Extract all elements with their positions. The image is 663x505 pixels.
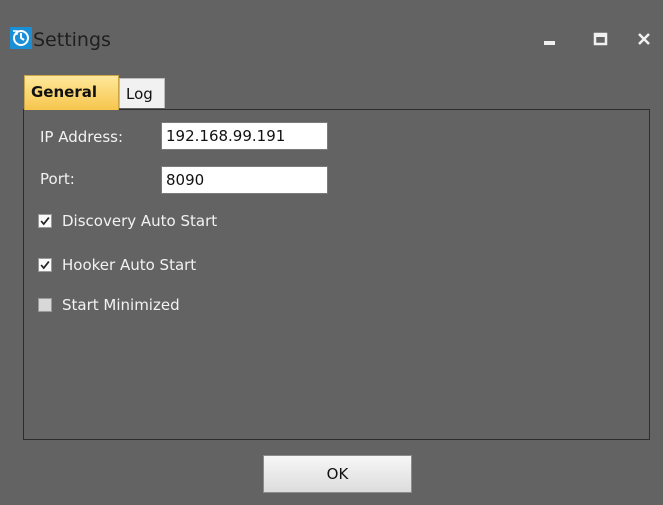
ip-address-label: IP Address: xyxy=(40,128,124,146)
hooker-auto-start-checkbox[interactable] xyxy=(38,258,52,272)
discovery-auto-start-label: Discovery Auto Start xyxy=(62,212,218,230)
clock-refresh-icon xyxy=(10,27,32,49)
port-field[interactable]: 8090 xyxy=(161,166,328,194)
window-title: Settings xyxy=(33,29,111,51)
tab-log[interactable]: Log xyxy=(119,78,165,108)
maximize-icon[interactable] xyxy=(588,26,614,52)
start-minimized-label: Start Minimized xyxy=(62,296,180,314)
title-bar[interactable]: Settings xyxy=(0,0,663,70)
general-panel: IP Address: 192.168.99.191 Port: 8090 Di… xyxy=(23,109,650,440)
discovery-auto-start-checkbox[interactable] xyxy=(38,214,52,228)
tab-general[interactable]: General xyxy=(24,75,119,110)
close-icon[interactable] xyxy=(632,26,658,52)
start-minimized-checkbox[interactable] xyxy=(38,298,52,312)
hooker-auto-start-label: Hooker Auto Start xyxy=(62,256,197,274)
minimize-icon[interactable] xyxy=(538,26,564,52)
port-label: Port: xyxy=(40,170,75,188)
ip-address-field[interactable]: 192.168.99.191 xyxy=(161,122,328,150)
settings-window: Settings General Log IP Address: 192.168… xyxy=(0,0,663,505)
ok-button[interactable]: OK xyxy=(263,455,412,493)
